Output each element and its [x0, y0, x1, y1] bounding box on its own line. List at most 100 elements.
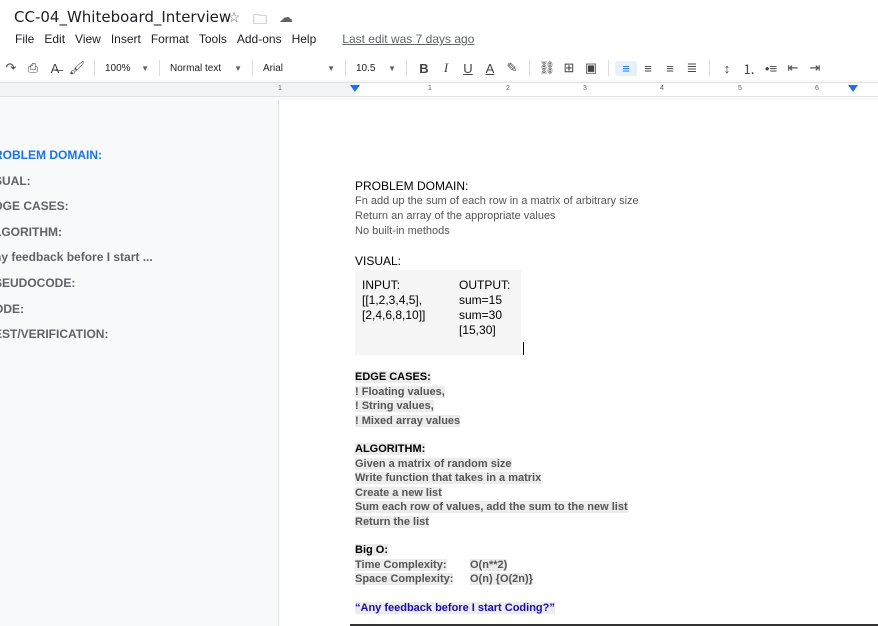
ruler-number: 3 — [583, 85, 587, 92]
output-line: OUTPUT: — [459, 278, 511, 292]
algorithm-line: Given a matrix of random size — [355, 457, 512, 470]
toolbar-divider — [94, 60, 95, 76]
menu-insert[interactable]: Insert — [106, 31, 146, 47]
output-column: OUTPUT: sum=15 sum=30 [15,30] — [459, 278, 510, 338]
font-size-value: 10.5 — [356, 62, 376, 74]
ruler-number: 2 — [506, 85, 510, 92]
move-to-folder-icon[interactable]: 🗀 — [252, 9, 268, 33]
algorithm-heading: ALGORITHM: — [355, 443, 426, 455]
font-value: Arial — [263, 62, 284, 74]
time-complexity-value: O(n**2) — [470, 558, 508, 571]
spellcheck-icon[interactable]: A̶ — [44, 61, 66, 76]
menu-format[interactable]: Format — [146, 31, 194, 47]
highlight-icon[interactable]: ✎ — [501, 60, 523, 76]
print-icon[interactable]: ⎙ — [22, 60, 44, 76]
zoom-select[interactable]: 100% ▼ — [101, 63, 153, 74]
outline-item[interactable]: SEUDOCODE: — [0, 276, 264, 302]
algorithm-line: Return the list — [355, 515, 429, 528]
font-size-select[interactable]: 10.5 ▼ — [352, 63, 400, 74]
comment-icon[interactable]: ⊞ — [558, 60, 580, 76]
feedback-question: “Any feedback before I start Coding?” — [355, 601, 555, 614]
align-right-icon[interactable]: ≡ — [659, 61, 681, 76]
edge-case-line: ! Mixed array values — [355, 414, 461, 427]
outline-item[interactable]: DGE CASES: — [0, 199, 264, 225]
space-complexity-value: O(n) {O(2n)} — [470, 572, 533, 585]
italic-icon[interactable]: I — [435, 60, 457, 76]
style-value: Normal text — [170, 62, 222, 74]
outline-item[interactable]: ny feedback before I start ... — [0, 250, 264, 276]
edge-case-line: ! String values, — [355, 400, 434, 412]
algorithm-line: Write function that takes in a matrix — [355, 472, 542, 484]
space-complexity-row: Space Complexity: O(n) {O(2n)} — [355, 572, 855, 586]
align-justify-icon[interactable]: ≣ — [681, 60, 703, 76]
output-line: [15,30] — [459, 323, 496, 337]
style-select[interactable]: Normal text ▼ — [166, 63, 246, 74]
redo-icon[interactable]: ↷ — [0, 60, 22, 76]
align-left-icon[interactable]: ≡ — [615, 60, 637, 76]
right-indent-marker[interactable] — [848, 85, 858, 92]
outline-item[interactable]: EST/VERIFICATION: — [0, 327, 264, 353]
problem-domain-heading: PROBLEM DOMAIN: — [355, 179, 469, 193]
zoom-value: 100% — [105, 62, 131, 74]
time-complexity-row: Time Complexity: O(n**2) — [355, 558, 855, 572]
link-icon[interactable]: ⛓ — [536, 60, 558, 76]
menu-help[interactable]: Help — [287, 31, 322, 47]
outline-item[interactable]: ODE: — [0, 302, 264, 328]
toolbar-divider — [406, 60, 407, 76]
document-title[interactable]: CC-04_Whiteboard_Interview — [14, 8, 231, 26]
image-icon[interactable]: ▣ — [580, 60, 602, 76]
document-body[interactable]: PROBLEM DOMAIN: Fn add up the sum of eac… — [355, 179, 855, 615]
underline-icon[interactable]: U — [457, 61, 479, 76]
bold-icon[interactable]: B — [413, 61, 435, 76]
problem-line: Return an array of the appropriate value… — [355, 210, 556, 222]
input-line: [[1,2,3,4,5], — [362, 293, 423, 307]
line-spacing-icon[interactable]: ↕ — [716, 61, 738, 76]
star-icon[interactable]: ☆ — [226, 9, 242, 33]
ruler[interactable]: 1 1 2 3 4 5 6 — [0, 82, 878, 97]
bulleted-list-icon[interactable]: •≡ — [760, 61, 782, 76]
algorithm-line: Create a new list — [355, 486, 442, 499]
toolbar-divider — [345, 60, 346, 76]
space-complexity-label: Space Complexity: — [355, 572, 454, 585]
outline-item[interactable]: LGORITHM: — [0, 225, 264, 251]
last-edit-link[interactable]: Last edit was 7 days ago — [337, 31, 479, 47]
cloud-status-icon[interactable]: ☁ — [278, 9, 294, 33]
output-line: sum=30 — [459, 308, 503, 322]
menu-view[interactable]: View — [70, 31, 106, 47]
outline-item[interactable]: SUAL: — [0, 174, 264, 200]
chevron-down-icon: ▼ — [388, 63, 396, 73]
increase-indent-icon[interactable]: ⇥ — [804, 60, 826, 76]
menu-add-ons[interactable]: Add-ons — [232, 31, 287, 47]
text-color-icon[interactable]: A — [479, 61, 501, 76]
text-cursor — [523, 342, 524, 355]
visual-heading: VISUAL: — [355, 254, 402, 268]
chevron-down-icon: ▼ — [141, 63, 149, 73]
ruler-number: 1 — [278, 85, 282, 92]
ruler-number: 5 — [738, 85, 742, 92]
problem-line: No built-in methods — [355, 225, 450, 237]
document-outline: ROBLEM DOMAIN: SUAL: DGE CASES: LGORITHM… — [0, 148, 264, 353]
indent-marker[interactable] — [350, 85, 360, 92]
toolbar-divider — [709, 60, 710, 76]
title-bar: CC-04_Whiteboard_Interview ☆ 🗀 ☁ File Ed… — [0, 0, 878, 56]
paint-format-icon[interactable]: 🖌 — [66, 60, 88, 76]
ruler-number: 4 — [660, 85, 664, 92]
time-complexity-label: Time Complexity: — [355, 558, 447, 571]
chevron-down-icon: ▼ — [327, 63, 335, 73]
toolbar-divider — [529, 60, 530, 76]
font-select[interactable]: Arial ▼ — [259, 63, 339, 74]
numbered-list-icon[interactable]: ⒈ — [738, 59, 760, 78]
outline-item[interactable]: ROBLEM DOMAIN: — [0, 148, 264, 174]
input-line: INPUT: — [362, 278, 401, 292]
menu-bar: File Edit View Insert Format Tools Add-o… — [10, 31, 479, 47]
document-page[interactable]: PROBLEM DOMAIN: Fn add up the sum of eac… — [278, 100, 878, 626]
menu-edit[interactable]: Edit — [39, 31, 70, 47]
menu-file[interactable]: File — [10, 31, 39, 47]
decrease-indent-icon[interactable]: ⇤ — [782, 60, 804, 76]
toolbar-divider — [159, 60, 160, 76]
edge-case-line: ! Floating values, — [355, 385, 445, 398]
problem-line: Fn add up the sum of each row in a matri… — [355, 195, 639, 207]
menu-tools[interactable]: Tools — [194, 31, 232, 47]
align-center-icon[interactable]: ≡ — [637, 61, 659, 76]
visual-table[interactable]: INPUT: [[1,2,3,4,5], [2,4,6,8,10]] OUTPU… — [355, 270, 524, 355]
